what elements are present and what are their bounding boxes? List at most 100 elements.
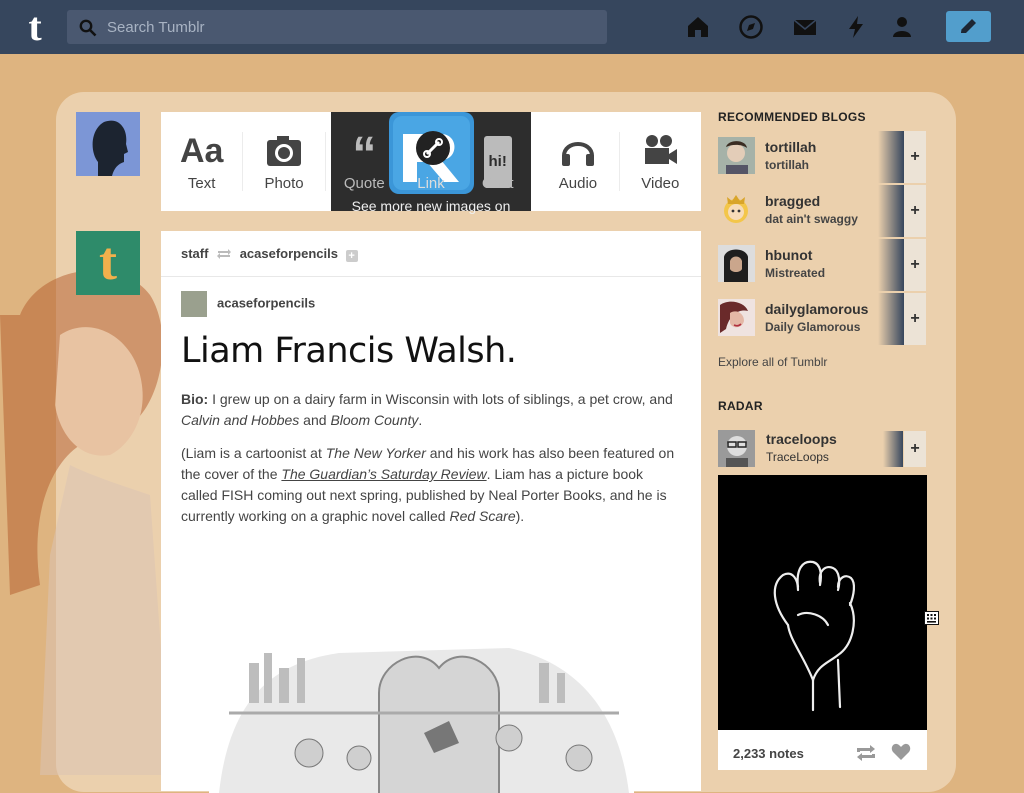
recommended-blog-row[interactable]: hbunot Mistreated + [718, 239, 926, 291]
blog-fade [878, 131, 904, 183]
guardian-link[interactable]: The Guardian’s Saturday Review [281, 466, 486, 482]
radar-blog-row[interactable]: traceloops TraceLoops + [718, 428, 926, 468]
recommended-blog-row[interactable]: tortillah tortillah + [718, 131, 926, 183]
camera-icon [267, 136, 302, 166]
overlay-caption: See more new images on [351, 198, 511, 214]
blog-avatar [718, 245, 755, 282]
bio-text-3: . [418, 412, 423, 428]
radar-blog-title: TraceLoops [766, 450, 829, 464]
radar-avatar [718, 430, 755, 467]
blog-fade [878, 293, 904, 345]
info-text-1: (Liam is a cartoonist at [181, 445, 326, 461]
follow-button[interactable]: + [904, 185, 926, 237]
staff-avatar[interactable]: t [76, 231, 140, 295]
post-quote-button[interactable]: “ Quote [331, 131, 398, 193]
post-source[interactable]: acaseforpencils [181, 291, 315, 317]
search-input[interactable] [105, 10, 595, 44]
source-name[interactable]: acaseforpencils [217, 295, 315, 310]
compass-icon[interactable] [737, 13, 765, 41]
post-header: staff acaseforpencils + [161, 231, 701, 277]
video-camera-icon [645, 135, 678, 164]
post-chat-button[interactable]: hi! Chat [464, 132, 531, 192]
follow-plus-icon[interactable]: + [345, 250, 358, 262]
post-video-button[interactable]: Video [620, 132, 701, 192]
reblogged-from-name[interactable]: acaseforpencils [240, 246, 338, 261]
radar-post-image[interactable] [718, 475, 927, 730]
blog-title: Daily Glamorous [765, 320, 861, 334]
recommended-blogs-heading: RECOMMENDED BLOGS [718, 110, 866, 124]
reblog-icon [217, 249, 232, 259]
reblog-icon[interactable] [855, 744, 877, 762]
pencil-icon [961, 19, 976, 33]
post-video-label: Video [641, 175, 680, 192]
bio-paragraph: Bio: I grew up on a dairy farm in Wiscon… [181, 389, 681, 431]
my-avatar[interactable] [76, 112, 140, 176]
bio-italic-1: Calvin and Hobbes [181, 412, 300, 428]
background-portrait [0, 270, 170, 775]
post-body: Bio: I grew up on a dairy farm in Wiscon… [181, 389, 681, 539]
keyboard-shortcuts-icon[interactable] [924, 611, 939, 625]
follow-button[interactable]: + [904, 293, 926, 345]
follow-button[interactable]: + [904, 239, 926, 291]
bio-label: Bio: [181, 391, 209, 407]
blog-name[interactable]: bragged [765, 193, 820, 209]
post-audio-button[interactable]: Audio [537, 132, 620, 192]
blog-fade [878, 185, 904, 237]
post-photo-button[interactable]: Photo [243, 132, 326, 192]
text-post-icon: Aa [179, 132, 224, 170]
blog-title: tortillah [765, 158, 809, 172]
tumblr-logo[interactable]: t [16, 7, 54, 47]
notes-count[interactable]: 2,233 notes [733, 746, 804, 761]
source-avatar [181, 291, 207, 317]
compose-button[interactable] [946, 11, 991, 42]
user-silhouette-icon [76, 112, 140, 176]
lightning-icon[interactable] [842, 13, 870, 41]
radar-follow-button[interactable]: + [904, 431, 926, 467]
mail-icon[interactable] [791, 13, 819, 41]
chat-icon: hi! [464, 132, 531, 188]
post-audio-label: Audio [558, 175, 598, 192]
explore-link[interactable]: Explore all of Tumblr [718, 355, 827, 369]
search-box[interactable] [67, 10, 607, 44]
post-quote-label: Quote [343, 175, 385, 192]
top-navigation-bar: t [0, 0, 1024, 54]
radar-fade [883, 431, 903, 467]
search-icon [79, 19, 97, 37]
reblogger-name[interactable]: staff [181, 246, 208, 261]
recommended-blog-row[interactable]: dailyglamorous Daily Glamorous + [718, 293, 926, 345]
headphones-icon [561, 142, 594, 166]
blog-fade [878, 239, 904, 291]
post-chat-label: Chat [481, 175, 514, 192]
staff-avatar-logo: t [99, 231, 117, 291]
info-italic-1: The New Yorker [325, 445, 426, 461]
radar-post-footer: 2,233 notes [718, 730, 927, 770]
radar-blog-name[interactable]: traceloops [766, 431, 837, 447]
follow-button[interactable]: + [904, 131, 926, 183]
account-icon[interactable] [888, 13, 916, 41]
bio-text-1: I grew up on a dairy farm in Wisconsin w… [208, 391, 673, 407]
post-card: staff acaseforpencils + acaseforpencils … [161, 231, 701, 793]
bio-italic-2: Bloom County [330, 412, 419, 428]
blog-avatar [718, 191, 755, 228]
post-title: Liam Francis Walsh. [181, 331, 517, 371]
post-link-label: Link [417, 175, 445, 192]
info-text-4: ). [515, 508, 525, 524]
blog-name[interactable]: tortillah [765, 139, 816, 155]
post-text-label: Text [187, 175, 216, 192]
raised-fist-drawing [718, 475, 927, 730]
radar-heading: RADAR [718, 399, 763, 413]
post-text-button[interactable]: Aa Text [161, 132, 244, 192]
home-icon[interactable] [684, 13, 712, 41]
blog-name[interactable]: dailyglamorous [765, 301, 868, 317]
blog-avatar [718, 299, 755, 336]
blog-title: dat ain't swaggy [765, 212, 858, 226]
bio-text-2: and [299, 412, 331, 428]
info-italic-2: Red Scare [449, 508, 516, 524]
recommended-blog-row[interactable]: bragged dat ain't swaggy + [718, 185, 926, 237]
heart-icon[interactable] [891, 743, 911, 761]
info-paragraph: (Liam is a cartoonist at The New Yorker … [181, 443, 681, 527]
blog-avatar [718, 137, 755, 174]
post-photo-label: Photo [264, 175, 304, 192]
blog-name[interactable]: hbunot [765, 247, 812, 263]
blog-title: Mistreated [765, 266, 826, 280]
